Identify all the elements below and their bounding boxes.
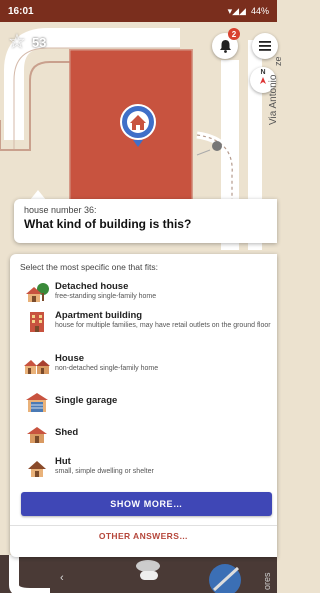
nav-home-pill[interactable] <box>140 571 158 580</box>
option-title: Detached house <box>55 281 129 292</box>
option-title: Apartment building <box>55 310 143 321</box>
question-card: house number 36: What kind of building i… <box>14 199 277 243</box>
status-icons: ▾◢◢ 44% <box>228 6 269 17</box>
option-title: House <box>55 353 85 364</box>
detached-house-icon <box>26 283 49 302</box>
apartment-building-icon <box>30 312 44 332</box>
option-desc: small, simple dwelling or shelter <box>55 468 154 475</box>
option-apartment-building[interactable]: Apartment building house for multiple fa… <box>24 310 274 334</box>
option-shed[interactable]: Shed <box>24 422 274 446</box>
question-subtitle: house number 36: <box>24 205 97 215</box>
street-label-partial: ze <box>273 56 283 66</box>
answer-panel: Select the most specific one that fits: … <box>10 254 277 557</box>
battery-level: 44% <box>250 6 269 16</box>
other-answers-button[interactable]: OTHER ANSWERS… <box>10 531 277 541</box>
answer-hint: Select the most specific one that fits: <box>20 262 158 272</box>
option-single-garage[interactable]: Single garage <box>24 390 274 414</box>
menu-icon <box>259 41 271 51</box>
status-bar: 16:01 ▾◢◢ 44% <box>0 0 277 22</box>
nav-back-icon[interactable]: ‹ <box>60 572 64 584</box>
question-title: What kind of building is this? <box>24 217 192 231</box>
notification-badge: 2 <box>228 28 240 40</box>
menu-button[interactable] <box>252 33 278 59</box>
option-title: Shed <box>55 427 79 438</box>
hut-icon <box>28 461 46 477</box>
option-desc: non-detached single-family home <box>55 365 159 372</box>
option-detached-house[interactable]: Detached house free-standing single-fami… <box>24 281 274 305</box>
option-title: Single garage <box>55 395 118 406</box>
street-label: Via Antonio <box>268 74 279 125</box>
show-more-button[interactable]: SHOW MORE… <box>21 492 272 516</box>
house-icon <box>24 360 50 374</box>
option-hut[interactable]: Hut small, simple dwelling or shelter <box>24 456 274 480</box>
garage-icon <box>26 393 48 412</box>
star-score[interactable]: ☆ 53 <box>8 32 46 52</box>
signal-icon: ▾◢◢ <box>227 5 246 16</box>
option-desc: house for multiple families, may have re… <box>55 322 271 329</box>
option-house[interactable]: House non-detached single-family home <box>24 353 274 377</box>
option-desc: free-standing single-family home <box>55 293 157 300</box>
divider <box>10 525 277 526</box>
notifications-button[interactable]: 2 <box>212 28 240 59</box>
status-time: 16:01 <box>8 5 34 17</box>
partial-map-label: ores <box>262 572 272 590</box>
bell-icon <box>219 40 231 53</box>
building-pin-icon[interactable] <box>119 104 157 148</box>
option-title: Hut <box>55 456 71 467</box>
shed-icon <box>27 427 47 443</box>
star-count: 53 <box>31 34 47 50</box>
star-outline-icon: ☆ <box>8 31 26 53</box>
